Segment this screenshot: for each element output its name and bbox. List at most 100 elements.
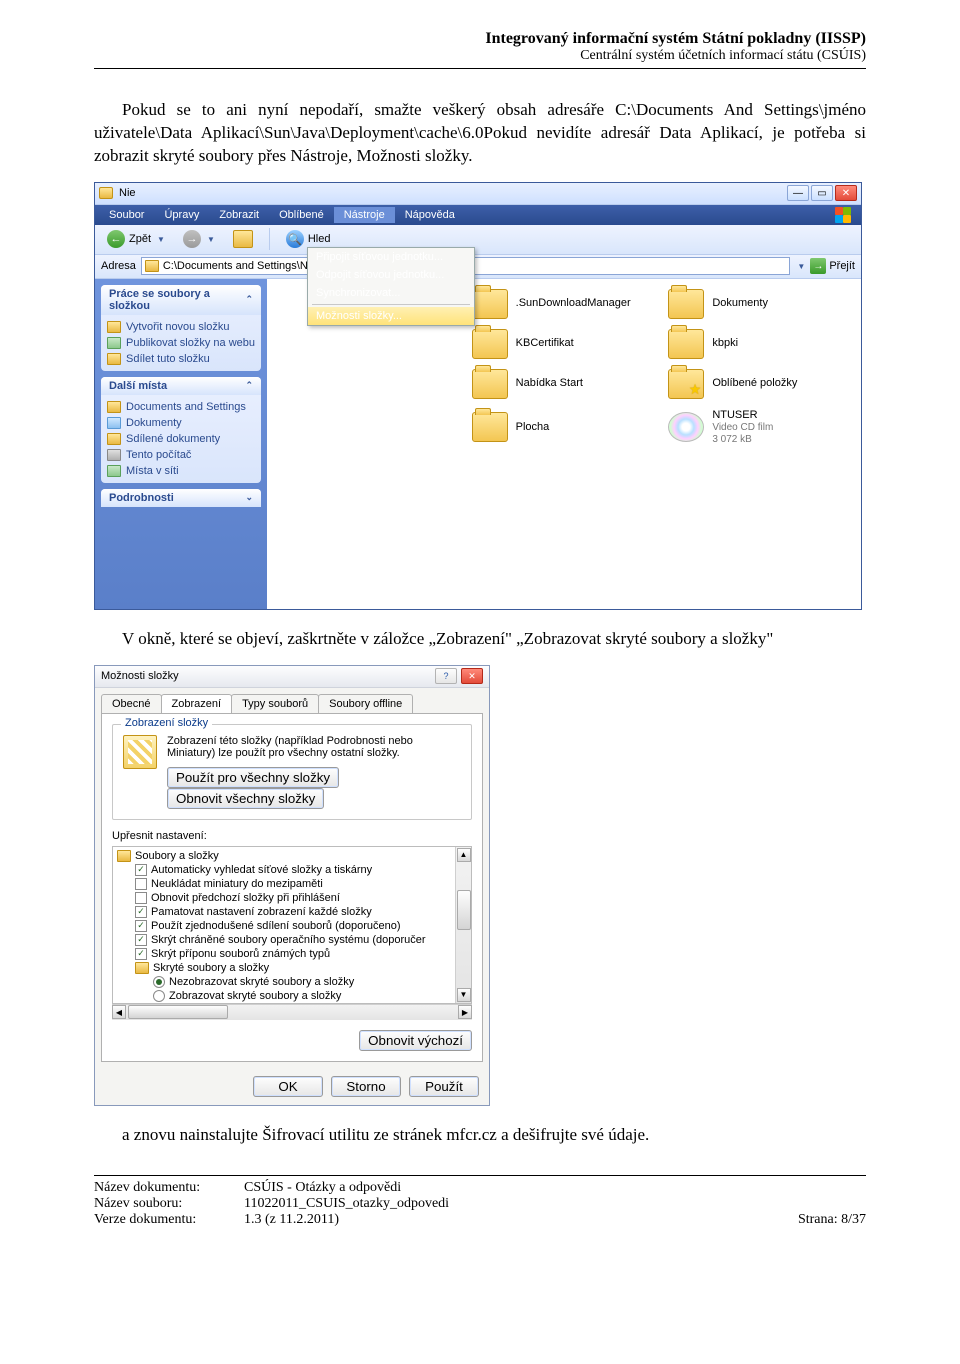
sidebar-item-network-places[interactable]: Místa v síti: [107, 463, 255, 479]
group-label: Zobrazení složky: [121, 717, 212, 729]
network-icon: [107, 465, 121, 477]
menu-zobrazit[interactable]: Zobrazit: [209, 207, 269, 223]
file-item[interactable]: Nabídka Start: [470, 365, 659, 403]
tree-item[interactable]: ✓Použít zjednodušené sdílení souborů (do…: [117, 919, 467, 933]
tab-offline[interactable]: Soubory offline: [318, 694, 413, 713]
sidebar-item-docs-settings[interactable]: Documents and Settings: [107, 399, 255, 415]
advanced-label: Upřesnit nastavení:: [112, 830, 472, 842]
sidebar-item-new-folder[interactable]: Vytvořit novou složku: [107, 319, 255, 335]
paragraph-2: V okně, které se objeví, zaškrtněte v zá…: [94, 628, 866, 651]
folder-icon: [107, 401, 121, 413]
doc-header: Integrovaný informační systém Státní pok…: [94, 30, 866, 64]
scroll-up-icon[interactable]: ▲: [457, 848, 471, 862]
menu-separator: [312, 304, 470, 305]
menu-item-sync[interactable]: Synchronizovat...: [308, 284, 474, 302]
folder-icon: [107, 433, 121, 445]
file-item[interactable]: Oblíbené položky: [666, 365, 855, 403]
tab-general[interactable]: Obecné: [101, 694, 162, 713]
tree-item[interactable]: ✓Skrýt chráněné soubory operačního systé…: [117, 933, 467, 947]
header-rule: [94, 68, 866, 69]
vertical-scrollbar[interactable]: ▲ ▼: [455, 847, 471, 1003]
checkbox-icon[interactable]: [135, 878, 147, 890]
chevron-down-icon[interactable]: ⌄: [245, 492, 253, 503]
cancel-button[interactable]: Storno: [331, 1076, 401, 1097]
minimize-button[interactable]: —: [787, 185, 809, 201]
toolbar-separator: [269, 228, 270, 250]
checkbox-icon[interactable]: ✓: [135, 920, 147, 932]
tab-view[interactable]: Zobrazení: [161, 694, 233, 713]
folder-icon: [472, 369, 508, 399]
sidebar-item-shared-docs[interactable]: Sdílené dokumenty: [107, 431, 255, 447]
folder-icon: [472, 412, 508, 442]
file-item[interactable]: .SunDownloadManager: [470, 285, 659, 323]
menu-item-unmap-drive[interactable]: Odpojit síťovou jednotku...: [308, 266, 474, 284]
forward-button[interactable]: →▼: [177, 228, 221, 250]
reset-all-folders-button[interactable]: Obnovit všechny složky: [167, 788, 324, 809]
checkbox-icon[interactable]: ✓: [135, 948, 147, 960]
tree-item[interactable]: Zobrazovat skryté soubory a složky: [117, 989, 467, 1003]
cd-icon: [668, 412, 704, 442]
body-text-1: Pokud se to ani nyní nepodaří, smažte ve…: [94, 99, 866, 168]
menu-item-map-drive[interactable]: Připojit síťovou jednotku...: [308, 248, 474, 266]
tree-item[interactable]: Obnovit předchozí složky při přihlášení: [117, 891, 467, 905]
page-number: Strana: 8/37: [798, 1212, 866, 1228]
back-button[interactable]: ←Zpět▼: [101, 228, 171, 250]
address-dropdown-icon[interactable]: ▼: [797, 262, 805, 271]
go-button[interactable]: →Přejít: [810, 258, 855, 274]
folder-icon: [117, 850, 131, 862]
tree-item[interactable]: ✓Skrýt příponu souborů známých typů: [117, 947, 467, 961]
restore-defaults-button[interactable]: Obnovit výchozí: [359, 1030, 472, 1051]
tree-item[interactable]: ✓Pamatovat nastavení zobrazení každé slo…: [117, 905, 467, 919]
menu-soubor[interactable]: Soubor: [99, 207, 154, 223]
file-item[interactable]: NTUSERVideo CD film3 072 kB: [666, 405, 855, 450]
dialog-screenshot: Možnosti složky ? ✕ Obecné Zobrazení Typ…: [94, 665, 866, 1106]
tree-item[interactable]: Neukládat miniatury do mezipaměti: [117, 877, 467, 891]
up-button[interactable]: [227, 228, 259, 250]
sidebar-item-my-computer[interactable]: Tento počítač: [107, 447, 255, 463]
chevron-up-icon[interactable]: ⌃: [245, 380, 253, 391]
scroll-right-icon[interactable]: ▶: [458, 1005, 472, 1019]
documents-icon: [107, 417, 121, 429]
maximize-button[interactable]: ▭: [811, 185, 833, 201]
close-button[interactable]: ✕: [835, 185, 857, 201]
footer-rule: [94, 1175, 866, 1176]
folder-icon: [668, 329, 704, 359]
tab-file-types[interactable]: Typy souborů: [231, 694, 319, 713]
dialog-tabs: Obecné Zobrazení Typy souborů Soubory of…: [101, 694, 483, 713]
menu-nastroje[interactable]: Nástroje: [334, 207, 395, 223]
horizontal-scrollbar[interactable]: ◀ ▶: [112, 1004, 472, 1020]
checkbox-icon[interactable]: ✓: [135, 906, 147, 918]
file-item[interactable]: Dokumenty: [666, 285, 855, 323]
close-button[interactable]: ✕: [461, 668, 483, 684]
sidebar-item-documents[interactable]: Dokumenty: [107, 415, 255, 431]
file-item[interactable]: kbpki: [666, 325, 855, 363]
scroll-thumb[interactable]: [457, 890, 471, 930]
apply-button[interactable]: Použít: [409, 1076, 479, 1097]
menu-napoveda[interactable]: Nápověda: [395, 207, 465, 223]
menu-upravy[interactable]: Úpravy: [154, 207, 209, 223]
checkbox-icon[interactable]: ✓: [135, 864, 147, 876]
scroll-left-icon[interactable]: ◀: [112, 1005, 126, 1019]
chevron-up-icon[interactable]: ⌃: [245, 294, 253, 305]
file-item[interactable]: KBCertifikat: [470, 325, 659, 363]
scroll-down-icon[interactable]: ▼: [457, 988, 471, 1002]
menu-item-folder-options[interactable]: Možnosti složky...: [308, 307, 474, 325]
sidebar-item-share[interactable]: Sdílet tuto složku: [107, 351, 255, 367]
tree-item[interactable]: ✓Automaticky vyhledat síťové složky a ti…: [117, 863, 467, 877]
scroll-thumb[interactable]: [128, 1005, 228, 1019]
radio-icon[interactable]: [153, 990, 165, 1002]
checkbox-icon[interactable]: [135, 892, 147, 904]
folder-icon: [472, 289, 508, 319]
checkbox-icon[interactable]: ✓: [135, 934, 147, 946]
radio-icon[interactable]: [153, 976, 165, 988]
ok-button[interactable]: OK: [253, 1076, 323, 1097]
menu-oblibene[interactable]: Oblíbené: [269, 207, 334, 223]
help-button[interactable]: ?: [435, 668, 457, 684]
sidebar-item-publish[interactable]: Publikovat složky na webu: [107, 335, 255, 351]
file-item[interactable]: Plocha: [470, 405, 659, 450]
explorer-menubar: Soubor Úpravy Zobrazit Oblíbené Nástroje…: [95, 205, 861, 225]
apply-all-folders-button[interactable]: Použít pro všechny složky: [167, 767, 339, 788]
folder-icon: [99, 187, 113, 199]
tree-item[interactable]: Nezobrazovat skryté soubory a složky: [117, 975, 467, 989]
sidebar-panel-tasks: Práce se soubory a složkou⌃ Vytvořit nov…: [101, 285, 261, 371]
